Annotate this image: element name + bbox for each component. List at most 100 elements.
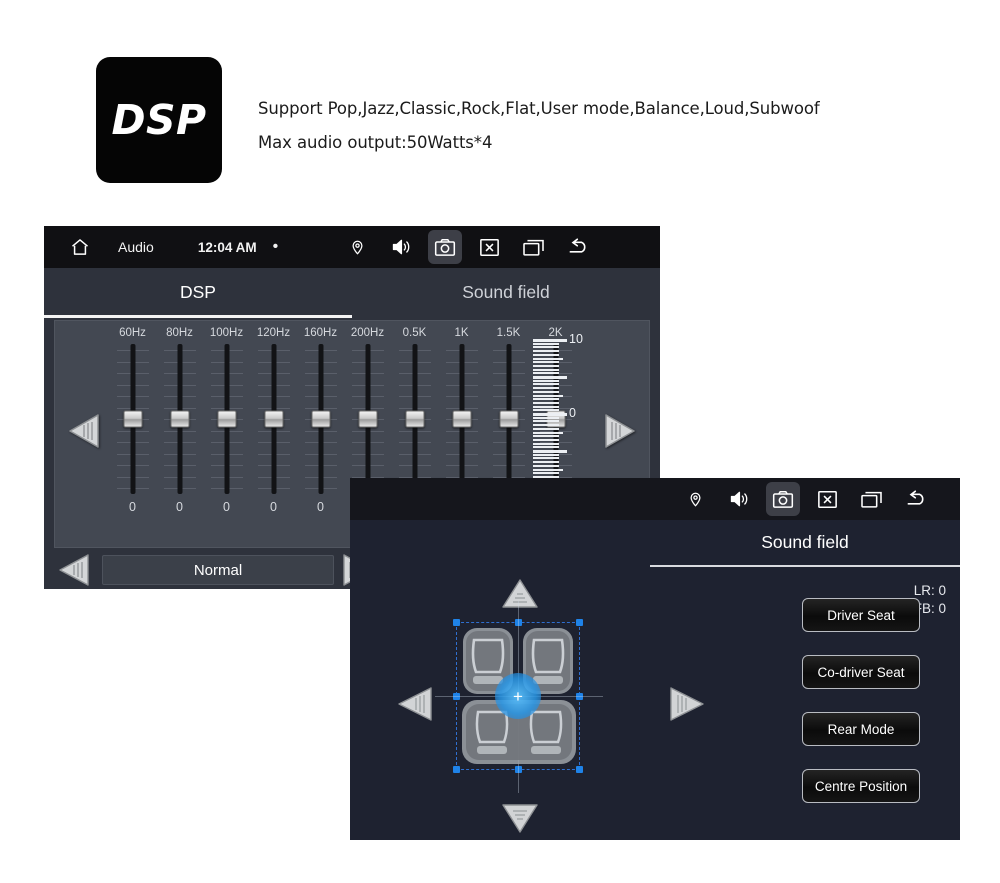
eq-scale-ruler: 10 0 -10 (533, 332, 607, 494)
eq-band-label: 200Hz (350, 327, 385, 339)
scale-label-max: 10 (569, 332, 583, 346)
sound-field-preset-buttons: Driver Seat Co-driver Seat Rear Mode Cen… (802, 598, 922, 826)
dsp-status-bar: Audio 12:04 AM • (44, 226, 660, 268)
sound-field-right-arrow[interactable] (668, 686, 706, 722)
screenshot-camera-icon[interactable] (428, 230, 463, 264)
eq-band-value: 0 (176, 500, 183, 514)
eq-band: 160Hz 0 (297, 327, 344, 553)
slider-thumb[interactable] (405, 410, 424, 428)
eq-band: 100Hz 0 (203, 327, 250, 553)
preset-prev-button[interactable] (54, 553, 98, 587)
sf-status-bar-icons (678, 482, 934, 516)
tab-dsp[interactable]: DSP (44, 268, 352, 318)
co-driver-seat-button[interactable]: Co-driver Seat (802, 655, 920, 689)
dsp-logo: DSP (96, 57, 222, 183)
close-x-icon[interactable] (472, 230, 506, 264)
eq-band-value: 0 (223, 500, 230, 514)
sound-field-left-arrow[interactable] (396, 686, 434, 722)
eq-band-value: 0 (270, 500, 277, 514)
marker-crosshair-glyph: + (513, 686, 523, 706)
screenshot-root: DSP Support Pop,Jazz,Classic,Rock,Flat,U… (0, 0, 1000, 883)
sound-field-title-label: Sound field (761, 531, 849, 552)
tab-dsp-label: DSP (180, 281, 216, 302)
slider-thumb[interactable] (358, 410, 377, 428)
volume-icon[interactable] (384, 230, 418, 264)
sound-field-screen-panel: Sound field LR: 0 FB: 0 + Driver Seat Co… (350, 478, 960, 840)
status-dot: • (272, 238, 279, 255)
eq-band-label: 1K (454, 327, 469, 339)
app-title: Audio (118, 239, 154, 255)
promo-description: Support Pop,Jazz,Classic,Rock,Flat,User … (258, 92, 958, 160)
rear-mode-button[interactable]: Rear Mode (802, 712, 920, 746)
tab-sound-field[interactable]: Sound field (352, 268, 660, 316)
status-bar-icons (340, 230, 596, 264)
eq-band-slider[interactable] (303, 344, 339, 494)
eq-band-label: 80Hz (166, 327, 193, 339)
slider-thumb[interactable] (217, 410, 236, 428)
eq-band-slider[interactable] (397, 344, 433, 494)
eq-band-slider[interactable] (444, 344, 480, 494)
co-driver-seat-button-label: Co-driver Seat (817, 664, 905, 680)
location-pin-icon[interactable] (340, 230, 374, 264)
dsp-tab-bar: DSP Sound field (44, 268, 660, 318)
eq-band-slider[interactable] (350, 344, 386, 494)
sound-field-status-bar (350, 478, 960, 520)
eq-band-slider[interactable] (162, 344, 198, 494)
slider-thumb[interactable] (311, 410, 330, 428)
eq-prev-arrow-button[interactable] (67, 413, 101, 449)
slider-thumb[interactable] (499, 410, 518, 428)
eq-band-label: 100Hz (209, 327, 244, 339)
eq-band-value: 0 (129, 500, 136, 514)
rear-mode-button-label: Rear Mode (827, 721, 895, 737)
clock-time: 12:04 AM (197, 239, 257, 255)
slider-thumb[interactable] (170, 410, 189, 428)
sound-field-title-underline (650, 565, 960, 567)
back-arrow-icon[interactable] (900, 482, 934, 516)
eq-band-label: 1.5K (496, 327, 521, 339)
eq-band-label: 0.5K (402, 327, 427, 339)
back-arrow-icon[interactable] (562, 230, 596, 264)
eq-band: 60Hz 0 (109, 327, 156, 553)
eq-band-slider[interactable] (115, 344, 151, 494)
volume-icon[interactable] (722, 482, 756, 516)
sound-field-up-arrow[interactable] (501, 578, 539, 610)
sound-field-stage: + (390, 574, 710, 836)
centre-position-button-label: Centre Position (814, 778, 908, 794)
eq-band-label: 120Hz (256, 327, 291, 339)
eq-band: 80Hz 0 (156, 327, 203, 553)
listening-position-marker[interactable]: + (495, 673, 541, 719)
location-pin-icon[interactable] (678, 482, 712, 516)
eq-band-label: 160Hz (303, 327, 338, 339)
home-icon[interactable] (66, 230, 94, 264)
selection-handle[interactable] (576, 619, 583, 626)
sound-field-title: Sound field (350, 520, 960, 564)
dsp-logo-text: DSP (111, 96, 207, 144)
screenshot-camera-icon[interactable] (766, 482, 800, 516)
driver-seat-button[interactable]: Driver Seat (802, 598, 920, 632)
eq-band: 120Hz 0 (250, 327, 297, 553)
recent-apps-icon[interactable] (854, 482, 888, 516)
slider-thumb[interactable] (123, 410, 142, 428)
centre-position-button[interactable]: Centre Position (802, 769, 920, 803)
slider-thumb[interactable] (452, 410, 471, 428)
preset-display-field[interactable]: Normal (102, 555, 334, 585)
slider-thumb[interactable] (264, 410, 283, 428)
status-bar-left: Audio 12:04 AM • (66, 230, 278, 264)
selection-handle[interactable] (453, 766, 460, 773)
tab-sound-field-label: Sound field (462, 281, 550, 302)
selection-handle[interactable] (453, 619, 460, 626)
seat-selection-box[interactable]: + (435, 601, 603, 793)
sound-field-down-arrow[interactable] (501, 802, 539, 834)
eq-band-slider[interactable] (209, 344, 245, 494)
eq-band-slider[interactable] (256, 344, 292, 494)
eq-next-arrow-button[interactable] (603, 413, 637, 449)
eq-band-label: 60Hz (119, 327, 146, 339)
close-x-icon[interactable] (810, 482, 844, 516)
selection-handle[interactable] (576, 766, 583, 773)
promo-line-2: Max audio output:50Watts*4 (258, 133, 493, 152)
recent-apps-icon[interactable] (516, 230, 550, 264)
scale-label-mid: 0 (569, 406, 576, 420)
eq-band-value: 0 (317, 500, 324, 514)
preset-value: Normal (193, 561, 243, 579)
eq-band-slider[interactable] (491, 344, 527, 494)
